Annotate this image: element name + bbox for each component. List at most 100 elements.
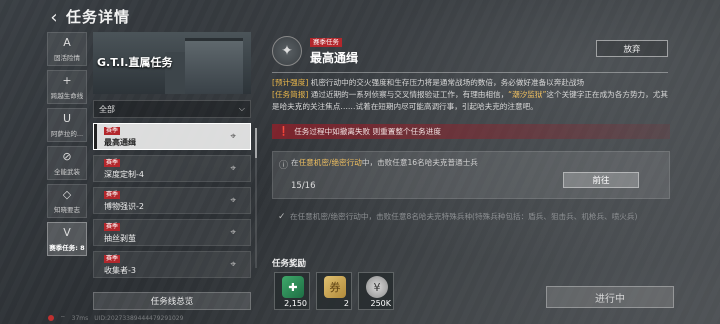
uid-text: UID:20273389444479291029: [94, 314, 184, 322]
brief-text: 通过近期的一系列侦察与交叉情报验证工作，有理由相信，: [310, 90, 509, 99]
estimate-label: [预计强度]: [272, 78, 309, 87]
task-name: 博物强识-2: [104, 202, 144, 211]
category-icon: +: [62, 73, 72, 87]
estimate-line: [预计强度] 机密行动中的交火强度和生存压力将是通常战场的数倍，务必做好准备以奔…: [272, 77, 670, 89]
brief-label: [任务简报]: [272, 90, 309, 99]
category-icon: U: [62, 111, 72, 125]
category-label: 阿萨拉的...: [50, 129, 84, 138]
task-list: 赛季 最高通缉 ⌖ 赛季 深度定制-4 ⌖ 赛季 博物强识-2 ⌖ 赛季 抽丝剥…: [93, 123, 251, 278]
coin-icon: ¥: [366, 276, 388, 298]
category-sidebar: A 固活险情 + 跨越生命线 U 阿萨拉的... ⊘ 全能武装 ◇ 知晓要志 V…: [47, 32, 89, 260]
category-label: 固活险情: [54, 53, 80, 62]
reward-item[interactable]: 券 2: [316, 272, 352, 310]
task-item[interactable]: 赛季 博物强识-2 ⌖: [93, 187, 251, 214]
season-tag: 赛季: [104, 191, 121, 199]
objective-suffix: 中，击败任意8名哈夫克特殊兵种(特殊兵种包括：盾兵、狙击兵、机枪兵、喷火兵): [360, 212, 638, 221]
target-icon: ⌖: [230, 163, 236, 174]
category-item[interactable]: + 跨越生命线: [47, 70, 87, 104]
chevron-left-icon[interactable]: ‹: [44, 7, 64, 28]
ticket-icon: 券: [324, 276, 346, 298]
season-task-tag: 赛季任务: [310, 38, 342, 47]
failure-warning-bar: ❗ 任务过程中如撤离失败 则重置整个任务进度: [272, 124, 670, 139]
task-line-overview-button[interactable]: 任务线总览: [93, 292, 251, 310]
target-icon: ⌖: [230, 131, 236, 142]
ping-text: 37ms: [71, 314, 89, 322]
task-name: 深度定制-4: [104, 170, 144, 179]
reward-item[interactable]: ¥ 250K: [358, 272, 394, 310]
category-icon: ◇: [62, 187, 72, 201]
category-icon: A: [63, 35, 71, 49]
season-tag: 赛季: [104, 159, 121, 167]
chevron-down-icon: ⌵: [238, 104, 245, 113]
objective-text: 在任意机密/绝密行动中，击败任意16名哈夫克普通士兵: [291, 157, 663, 168]
in-progress-button[interactable]: 进行中: [546, 286, 674, 308]
filter-value: 全部: [99, 104, 115, 114]
brief-highlight: “潮汐监狱”: [508, 90, 547, 99]
task-item[interactable]: 赛季 深度定制-4 ⌖: [93, 155, 251, 182]
status-bar: ⌔ 37ms UID:20273389444479291029: [48, 314, 183, 322]
task-item-selected[interactable]: 赛季 最高通缉 ⌖: [93, 123, 251, 150]
info-icon: ⓘ: [279, 161, 289, 171]
brief-line: [任务简报] 通过近期的一系列侦察与交叉情报验证工作，有理由相信，“潮汐监狱”这…: [272, 89, 670, 113]
wifi-icon: ⌔: [60, 315, 66, 322]
objective-suffix: 中，击败任意16名哈夫克普通士兵: [361, 158, 478, 167]
rewards-list: ✚ 2,150 券 2 ¥ 250K: [274, 272, 394, 310]
abandon-button[interactable]: 放弃: [596, 40, 668, 57]
target-icon: ⌖: [230, 195, 236, 206]
category-icon: ⊘: [62, 149, 72, 163]
page-title: 任务详情: [66, 8, 131, 26]
objective-highlight: 任意机密/绝密行动: [297, 212, 361, 221]
alert-icon: ❗: [278, 126, 290, 137]
category-label: 跨越生命线: [50, 91, 84, 100]
category-label: 全能武装: [54, 167, 80, 176]
task-name: 抽丝剥茧: [104, 234, 136, 243]
banner-title: G.T.I.直属任务: [97, 56, 173, 69]
category-icon: V: [63, 225, 71, 239]
category-item[interactable]: ⊘ 全能武装: [47, 146, 87, 180]
category-item[interactable]: A 固活险情: [47, 32, 87, 66]
task-item[interactable]: 赛季 收集者-3 ⌖: [93, 251, 251, 278]
reward-qty: 250K: [370, 299, 391, 308]
rewards-title: 任务奖励: [272, 259, 307, 269]
warning-text: 任务过程中如撤离失败 则重置整个任务进度: [294, 127, 441, 136]
goto-button[interactable]: 前往: [563, 172, 639, 188]
objective-prefix: 在: [290, 212, 298, 221]
task-filter-dropdown[interactable]: 全部 ⌵: [93, 100, 251, 118]
task-description: [预计强度] 机密行动中的交火强度和生存压力将是通常战场的数倍，务必做好准备以奔…: [272, 77, 670, 113]
reward-qty: 2: [343, 299, 349, 308]
record-dot-icon: [48, 315, 54, 321]
task-line-banner: G.T.I.直属任务: [93, 32, 251, 94]
task-name: 收集者-3: [104, 266, 136, 275]
badge-icon: ✚: [282, 276, 304, 298]
objective-progress: 15/16: [291, 181, 316, 191]
task-title: 最高通缉: [310, 51, 359, 65]
reward-item[interactable]: ✚ 2,150: [274, 272, 310, 310]
season-tag: 赛季: [104, 127, 121, 135]
target-icon: ⌖: [230, 259, 236, 270]
target-icon: ⌖: [230, 227, 236, 238]
objective-highlight: 任意机密/绝密行动: [298, 158, 362, 167]
category-item[interactable]: U 阿萨拉的...: [47, 108, 87, 142]
objective-prefix: 在: [291, 158, 299, 167]
scrollbar-thumb[interactable]: [255, 128, 257, 158]
divider: [272, 72, 668, 73]
category-item[interactable]: ◇ 知晓要志: [47, 184, 87, 218]
header: ‹ 任务详情: [0, 0, 720, 34]
task-list-panel: G.T.I.直属任务 全部 ⌵ 赛季 最高通缉 ⌖ 赛季 深度定制-4 ⌖ 赛季…: [93, 32, 251, 283]
selection-indicator: [94, 124, 97, 149]
banner-building-graphic: [185, 38, 243, 94]
task-item[interactable]: 赛季 抽丝剥茧 ⌖: [93, 219, 251, 246]
check-icon: ✓: [278, 212, 286, 222]
category-item-season[interactable]: V 赛季任务: 8: [47, 222, 87, 256]
objective-text: 在任意机密/绝密行动中，击败任意8名哈夫克特殊兵种(特殊兵种包括：盾兵、狙击兵、…: [290, 211, 662, 222]
reward-qty: 2,150: [284, 299, 307, 308]
objective-item-completed: ✓ 在任意机密/绝密行动中，击败任意8名哈夫克特殊兵种(特殊兵种包括：盾兵、狙击…: [272, 206, 670, 269]
eagle-emblem-icon: ✦: [272, 36, 302, 66]
estimate-text: 机密行动中的交火强度和生存压力将是通常战场的数倍，务必做好准备以奔赴战场: [310, 78, 585, 87]
season-tag: 赛季: [104, 223, 121, 231]
season-tag: 赛季: [104, 255, 121, 263]
category-label: 赛季任务: 8: [49, 243, 85, 252]
category-label: 知晓要志: [54, 205, 80, 214]
task-name: 最高通缉: [104, 138, 136, 147]
objective-item: ⓘ 在任意机密/绝密行动中，击败任意16名哈夫克普通士兵 15/16 前往: [272, 151, 670, 199]
